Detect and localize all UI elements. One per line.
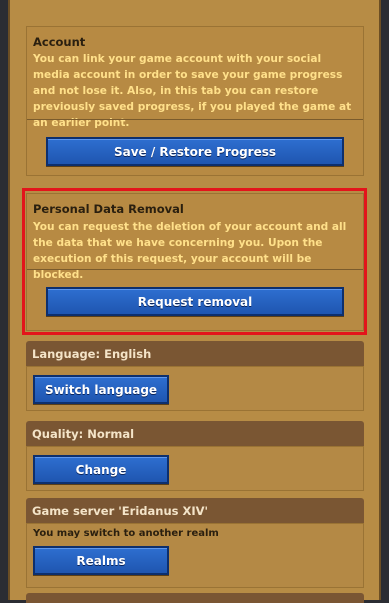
change-quality-button[interactable]: Change — [33, 455, 169, 484]
quality-header: Quality: Normal — [26, 421, 364, 446]
account-divider — [27, 119, 363, 120]
next-card-partial — [26, 593, 364, 603]
account-title: Account — [33, 35, 86, 49]
switch-language-button[interactable]: Switch language — [33, 375, 169, 404]
server-card: Game server 'Eridanus XIV' You may switc… — [26, 498, 364, 588]
server-subtext: You may switch to another realm — [33, 528, 219, 539]
realms-button[interactable]: Realms — [33, 546, 169, 575]
data-removal-title: Personal Data Removal — [33, 202, 184, 216]
request-removal-button[interactable]: Request removal — [46, 287, 344, 316]
data-removal-divider — [27, 269, 363, 270]
data-removal-description: You can request the deletion of your acc… — [33, 221, 347, 281]
server-body: You may switch to another realm Realms — [26, 523, 364, 588]
language-card: Language: English Switch language — [26, 341, 364, 411]
quality-body: Change — [26, 446, 364, 491]
save-restore-progress-button[interactable]: Save / Restore Progress — [46, 137, 344, 166]
next-card-header — [26, 593, 364, 603]
data-removal-section: Personal Data Removal You can request th… — [26, 193, 364, 331]
language-header: Language: English — [26, 341, 364, 366]
language-body: Switch language — [26, 366, 364, 411]
account-section: Account You can link your game account w… — [26, 26, 364, 176]
server-header: Game server 'Eridanus XIV' — [26, 498, 364, 523]
quality-card: Quality: Normal Change — [26, 421, 364, 491]
